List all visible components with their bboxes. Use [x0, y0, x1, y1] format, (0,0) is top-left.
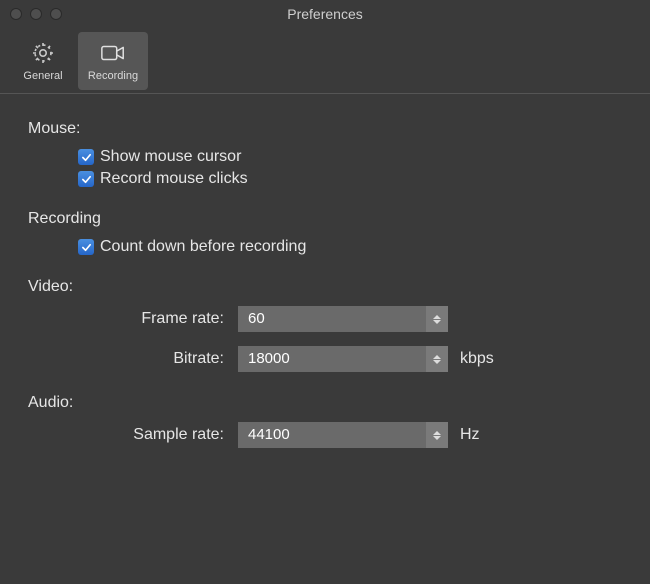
tab-recording-label: Recording [88, 70, 138, 82]
section-audio-title: Audio: [28, 394, 622, 412]
sample-rate-select[interactable]: 44100 [238, 422, 448, 448]
sample-rate-label: Sample rate: [28, 426, 238, 444]
checkbox-record-clicks[interactable] [78, 171, 94, 187]
section-video: Video: Frame rate: 60 Bitrate: 18000 kbp… [28, 278, 622, 372]
section-recording-title: Recording [28, 210, 622, 228]
row-sample-rate: Sample rate: 44100 Hz [28, 422, 622, 448]
checkbox-countdown[interactable] [78, 239, 94, 255]
window-title: Preferences [0, 6, 650, 22]
titlebar: Preferences [0, 0, 650, 28]
section-recording: Recording Count down before recording [28, 210, 622, 256]
row-bitrate: Bitrate: 18000 kbps [28, 346, 622, 372]
sample-rate-unit: Hz [460, 426, 480, 444]
checkbox-countdown-label: Count down before recording [100, 238, 306, 256]
minimize-button[interactable] [30, 8, 42, 20]
chevron-up-icon [433, 355, 441, 359]
sample-rate-value[interactable]: 44100 [238, 422, 448, 448]
checkbox-show-cursor[interactable] [78, 149, 94, 165]
toolbar: General Recording [0, 28, 650, 94]
checkbox-show-cursor-label: Show mouse cursor [100, 148, 241, 166]
stepper-icon[interactable] [426, 306, 448, 332]
chevron-down-icon [433, 360, 441, 364]
chevron-up-icon [433, 315, 441, 319]
section-mouse-title: Mouse: [28, 120, 622, 138]
section-video-title: Video: [28, 278, 622, 296]
tab-general-label: General [23, 70, 62, 82]
tab-recording[interactable]: Recording [78, 32, 148, 90]
frame-rate-label: Frame rate: [28, 310, 238, 328]
checkbox-record-clicks-label: Record mouse clicks [100, 170, 248, 188]
close-button[interactable] [10, 8, 22, 20]
bitrate-select[interactable]: 18000 [238, 346, 448, 372]
chevron-down-icon [433, 320, 441, 324]
chevron-down-icon [433, 436, 441, 440]
zoom-button[interactable] [50, 8, 62, 20]
row-frame-rate: Frame rate: 60 [28, 306, 622, 332]
tab-general[interactable]: General [8, 32, 78, 90]
section-audio: Audio: Sample rate: 44100 Hz [28, 394, 622, 448]
bitrate-unit: kbps [460, 350, 494, 368]
gear-icon [30, 40, 56, 66]
bitrate-value[interactable]: 18000 [238, 346, 448, 372]
stepper-icon[interactable] [426, 346, 448, 372]
bitrate-label: Bitrate: [28, 350, 238, 368]
checkbox-show-cursor-row[interactable]: Show mouse cursor [78, 148, 622, 166]
chevron-up-icon [433, 431, 441, 435]
checkbox-countdown-row[interactable]: Count down before recording [78, 238, 622, 256]
frame-rate-select[interactable]: 60 [238, 306, 448, 332]
checkbox-record-clicks-row[interactable]: Record mouse clicks [78, 170, 622, 188]
frame-rate-value[interactable]: 60 [238, 306, 448, 332]
traffic-lights [10, 8, 62, 20]
stepper-icon[interactable] [426, 422, 448, 448]
video-camera-icon [100, 40, 126, 66]
content: Mouse: Show mouse cursor Record mouse cl… [0, 94, 650, 490]
section-mouse: Mouse: Show mouse cursor Record mouse cl… [28, 120, 622, 188]
